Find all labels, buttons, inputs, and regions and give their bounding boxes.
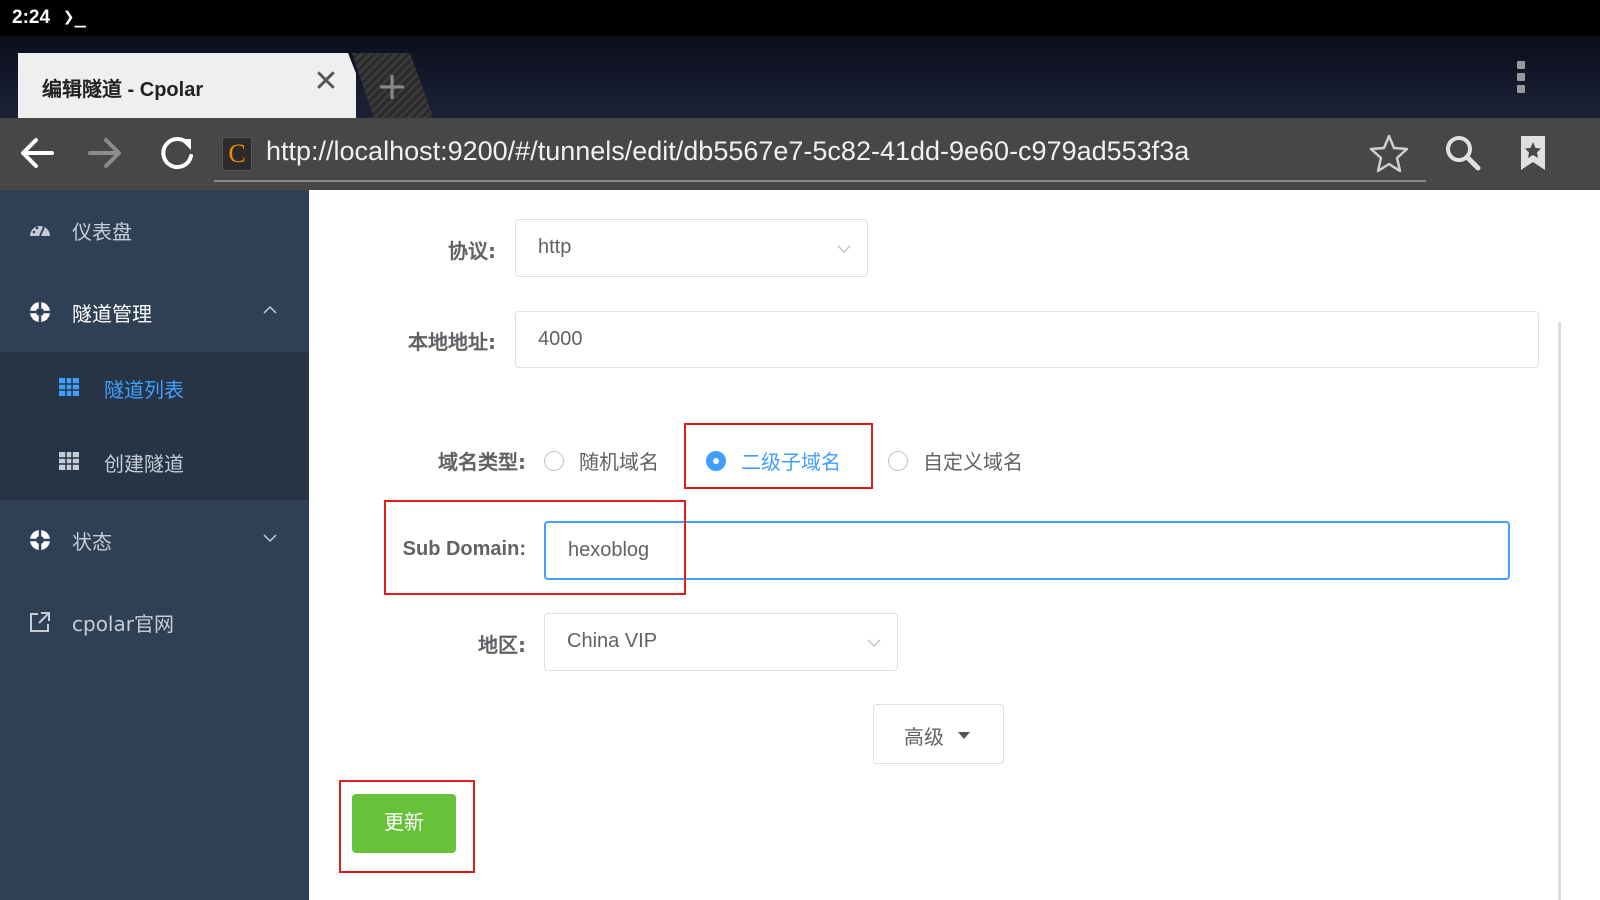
- sidebar-item-tunnel-management[interactable]: 隧道管理: [0, 272, 309, 352]
- chevron-down-icon: [867, 639, 881, 648]
- site-favicon: C: [222, 137, 252, 171]
- radio-label-custom: 自定义域名: [923, 450, 1023, 474]
- tunnel-submenu: 隧道列表 创建隧道: [0, 352, 309, 500]
- address-bar[interactable]: C http://localhost:9200/#/tunnels/edit/d…: [214, 128, 1426, 182]
- highlight-box-update-button: [339, 780, 475, 873]
- highlight-box-subdomain-radio: [684, 423, 873, 489]
- local-address-value: 4000: [538, 328, 583, 350]
- system-status-bar: 2:24 ❯_: [0, 0, 1600, 36]
- star-icon[interactable]: [1366, 130, 1412, 176]
- sidebar-label-dashboard: 仪表盘: [72, 220, 132, 244]
- radio-label-random: 随机域名: [579, 450, 659, 474]
- back-arrow-icon[interactable]: [14, 130, 60, 176]
- browser-toolbar: C http://localhost:9200/#/tunnels/edit/d…: [0, 118, 1600, 190]
- browser-tab-strip: 编辑隧道 - Cpolar ✕ +: [0, 36, 1600, 119]
- tab-title: 编辑隧道 - Cpolar: [42, 79, 204, 101]
- clock: 2:24: [12, 7, 51, 28]
- protocol-value: http: [538, 236, 572, 258]
- dashboard-icon: [30, 226, 50, 237]
- sidebar: 仪表盘 隧道管理 隧道列表 创建隧道 状态 cpolar官网: [0, 190, 309, 900]
- search-icon[interactable]: [1440, 130, 1486, 176]
- sidebar-item-create-tunnel[interactable]: 创建隧道: [0, 426, 309, 496]
- subdomain-input[interactable]: hexoblog: [544, 521, 1510, 580]
- region-select[interactable]: China VIP: [544, 613, 898, 671]
- sidebar-label-website: cpolar官网: [72, 612, 174, 636]
- radio-circle: [544, 451, 564, 471]
- region-value: China VIP: [567, 630, 658, 652]
- bookmarks-icon[interactable]: [1510, 130, 1556, 176]
- chevron-down-icon: [837, 245, 851, 254]
- plus-icon[interactable]: +: [372, 66, 412, 106]
- caret-down-icon: [958, 732, 970, 739]
- close-icon[interactable]: ✕: [312, 67, 340, 97]
- protocol-label: 协议:: [448, 239, 496, 263]
- local-address-input[interactable]: 4000: [515, 311, 1539, 368]
- url-text[interactable]: http://localhost:9200/#/tunnels/edit/db5…: [266, 136, 1189, 167]
- reload-icon[interactable]: [154, 130, 200, 176]
- sidebar-item-status[interactable]: 状态: [0, 500, 309, 580]
- table-icon: [59, 452, 79, 470]
- sidebar-item-website[interactable]: cpolar官网: [0, 582, 309, 662]
- overflow-menu-icon[interactable]: [1508, 58, 1534, 98]
- region-label: 地区:: [478, 633, 526, 657]
- sidebar-label-status: 状态: [72, 530, 112, 554]
- external-link-icon: [30, 612, 50, 632]
- sidebar-item-dashboard[interactable]: 仪表盘: [0, 190, 309, 270]
- local-address-label: 本地地址:: [408, 330, 496, 354]
- advanced-label: 高级: [904, 725, 944, 749]
- highlight-box-subdomain-field: [384, 500, 686, 595]
- table-icon: [59, 378, 79, 396]
- radio-circle: [888, 451, 908, 471]
- lifebuoy-icon: [30, 302, 50, 322]
- protocol-select[interactable]: http: [515, 219, 868, 277]
- chevron-down-icon: [263, 534, 277, 543]
- sidebar-label-create-tunnel: 创建隧道: [104, 452, 184, 476]
- scrollbar[interactable]: [1558, 322, 1561, 900]
- sidebar-item-tunnel-list[interactable]: 隧道列表: [0, 352, 309, 422]
- browser-tab[interactable]: 编辑隧道 - Cpolar ✕: [18, 53, 356, 119]
- chevron-up-icon: [263, 305, 277, 314]
- sidebar-label-tunnel-list: 隧道列表: [104, 378, 184, 402]
- sidebar-label-tunnel-management: 隧道管理: [72, 302, 152, 326]
- forward-arrow-icon[interactable]: [82, 130, 128, 176]
- domain-type-label: 域名类型:: [438, 450, 526, 474]
- advanced-button[interactable]: 高级: [873, 704, 1004, 764]
- terminal-icon: ❯_: [63, 6, 86, 28]
- lifebuoy-icon: [30, 530, 50, 550]
